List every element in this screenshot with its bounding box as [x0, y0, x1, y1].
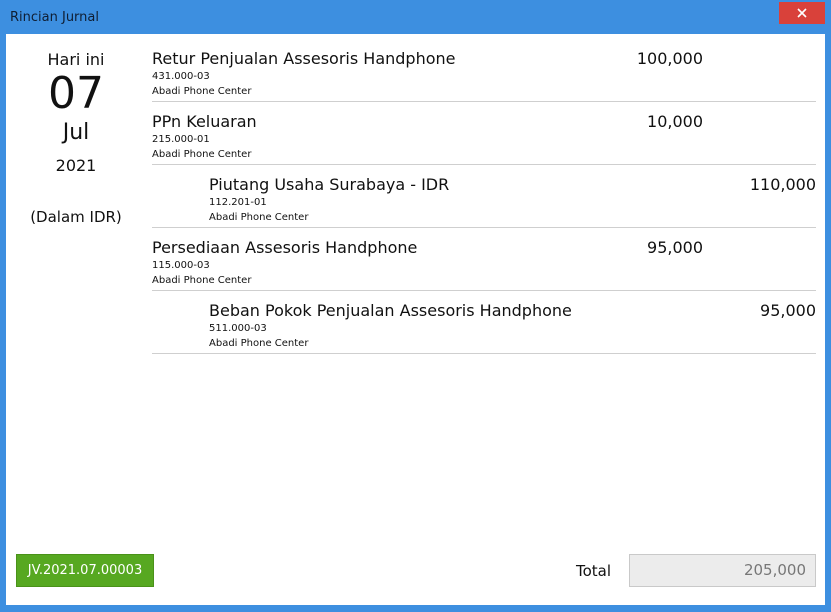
account-code: 115.000-03 [152, 260, 210, 271]
journal-entry: Persediaan Assesoris Handphone 115.000-0… [152, 228, 816, 291]
journal-number-button[interactable]: JV.2021.07.00003 [16, 554, 154, 587]
account-company: Abadi Phone Center [152, 149, 252, 160]
credit-amount: 95,000 [760, 301, 816, 320]
account-name: Piutang Usaha Surabaya - IDR [209, 175, 450, 194]
date-month: Jul [62, 120, 90, 145]
journal-entry: Beban Pokok Penjualan Assesoris Handphon… [152, 291, 816, 354]
debit-amount: 10,000 [647, 112, 703, 131]
account-name: PPn Keluaran [152, 112, 257, 131]
currency-note: (Dalam IDR) [30, 208, 122, 226]
journal-entry: PPn Keluaran 215.000-01 Abadi Phone Cent… [152, 102, 816, 165]
account-code: 112.201-01 [209, 197, 267, 208]
journal-content: Hari ini 07 Jul 2021 (Dalam IDR) Retur P… [6, 34, 825, 605]
total-label: Total [576, 562, 612, 580]
debit-amount: 95,000 [647, 238, 703, 257]
account-code: 215.000-01 [152, 134, 210, 145]
close-icon [797, 8, 807, 18]
account-company: Abadi Phone Center [209, 338, 309, 349]
account-code: 431.000-03 [152, 71, 210, 82]
today-label: Hari ini [47, 50, 105, 69]
account-company: Abadi Phone Center [152, 275, 252, 286]
account-name: Retur Penjualan Assesoris Handphone [152, 49, 456, 68]
account-name: Beban Pokok Penjualan Assesoris Handphon… [209, 301, 572, 320]
title-bar[interactable]: Rincian Jurnal [0, 0, 831, 34]
account-code: 511.000-03 [209, 323, 267, 334]
date-year: 2021 [55, 156, 97, 175]
window-title: Rincian Jurnal [10, 10, 99, 25]
journal-entry: Piutang Usaha Surabaya - IDR 112.201-01 … [152, 165, 816, 228]
close-button[interactable] [779, 2, 825, 24]
total-field: 205,000 [629, 554, 816, 587]
account-company: Abadi Phone Center [209, 212, 309, 223]
credit-amount: 110,000 [749, 175, 816, 194]
journal-entry: Retur Penjualan Assesoris Handphone 431.… [152, 39, 816, 102]
account-company: Abadi Phone Center [152, 86, 252, 97]
account-name: Persediaan Assesoris Handphone [152, 238, 418, 257]
debit-amount: 100,000 [636, 49, 703, 68]
date-day: 07 [48, 68, 104, 119]
journal-detail-window: Rincian Jurnal Hari ini 07 Jul 2021 (Dal… [0, 0, 831, 612]
